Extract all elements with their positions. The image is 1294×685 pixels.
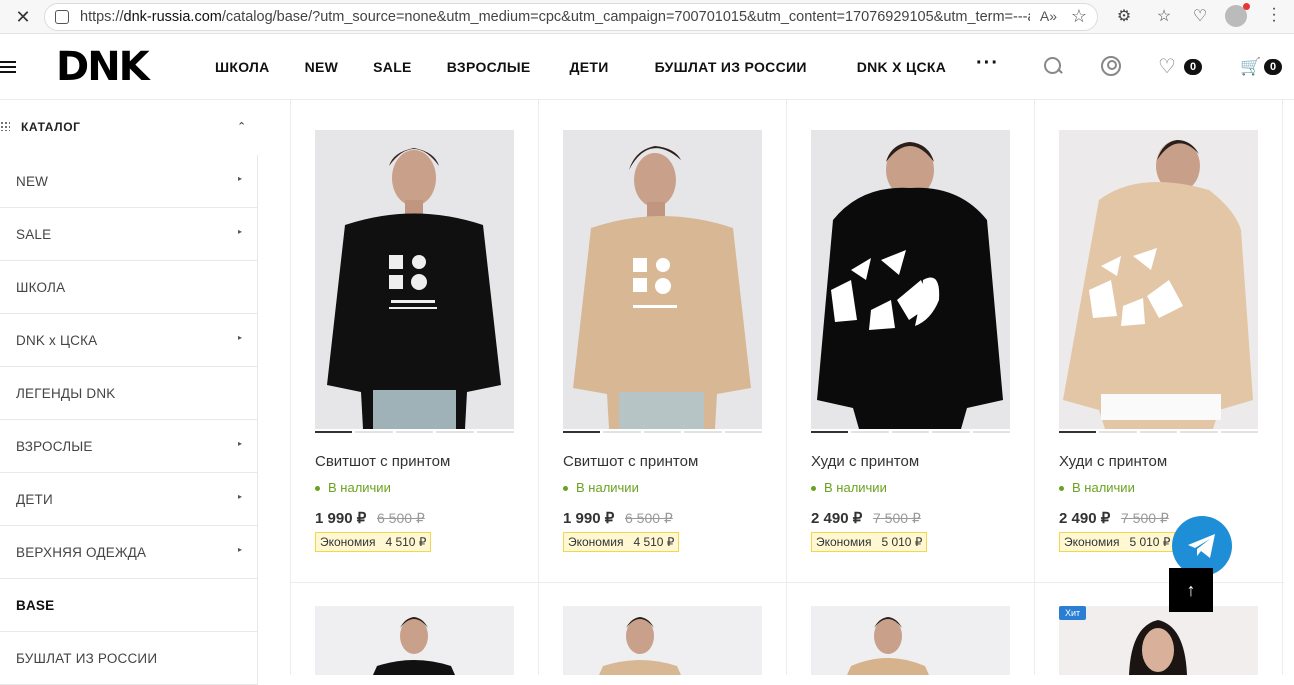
lock-icon[interactable] — [55, 10, 69, 24]
nav-new[interactable]: NEW — [305, 59, 339, 75]
catalog-sidebar: КАТАЛОГ ⌃ NEW ▸ SALE ▸ ШКОЛА DNK x ЦСКА ▸ Л… — [0, 100, 258, 685]
scroll-to-top-button[interactable]: ↑ — [1169, 568, 1213, 612]
menu-burger-icon[interactable] — [0, 61, 16, 76]
browser-toolbar: ✕ https://dnk-russia.com/catalog/base/?u… — [0, 0, 1294, 34]
chevron-right-icon: ▸ — [238, 492, 243, 501]
product-image[interactable] — [1059, 130, 1258, 429]
product-image[interactable] — [563, 606, 762, 675]
product-card[interactable] — [291, 583, 539, 675]
favorites-icon[interactable]: ☆ — [1154, 7, 1174, 27]
product-image[interactable] — [315, 606, 514, 675]
sidebar-item-outerwear[interactable]: ВЕРХНЯЯ ОДЕЖДА ▸ — [0, 526, 258, 579]
account-icon[interactable] — [1101, 56, 1123, 78]
savings-badge: Экономия 5 010 ₽ — [1059, 532, 1176, 552]
image-slider-dots[interactable] — [563, 431, 763, 433]
image-slider-dots[interactable] — [315, 431, 515, 433]
grid-icon — [0, 121, 10, 131]
chevron-right-icon: ▸ — [238, 545, 243, 554]
main-nav: ШКОЛА NEW SALE ВЗРОСЛЫЕ ДЕТИ БУШЛАТ ИЗ Р… — [215, 59, 946, 75]
stock-status: В наличии — [315, 480, 391, 495]
product-card[interactable]: Свитшот с принтом В наличии 1 990 ₽ 6 50… — [291, 100, 539, 582]
sidebar-item-dnk-cska[interactable]: DNK x ЦСКА ▸ — [0, 314, 258, 367]
product-price: 1 990 ₽ — [563, 510, 615, 527]
sidebar-item-kids[interactable]: ДЕТИ ▸ — [0, 473, 258, 526]
product-price: 2 490 ₽ — [811, 510, 863, 527]
extensions-icon[interactable]: ⚙ — [1114, 7, 1134, 27]
catalog-header[interactable]: КАТАЛОГ ⌃ — [0, 100, 258, 155]
chevron-right-icon: ▸ — [238, 174, 243, 183]
sidebar-item-sale[interactable]: SALE ▸ — [0, 208, 258, 261]
url-text[interactable]: https://dnk-russia.com/catalog/base/?utm… — [80, 9, 1030, 25]
wishlist-heart-icon[interactable]: ♡ — [1158, 56, 1180, 78]
product-card[interactable] — [787, 583, 1035, 675]
wishlist-count-badge: 0 — [1184, 59, 1202, 75]
product-image[interactable] — [811, 606, 1010, 675]
more-menu-icon[interactable]: · · · — [1264, 1, 1284, 29]
profile-avatar[interactable] — [1225, 3, 1250, 27]
old-price: 6 500 ₽ — [377, 510, 425, 526]
product-price: 1 990 ₽ — [315, 510, 367, 527]
old-price: 7 500 ₽ — [873, 510, 921, 526]
nav-school[interactable]: ШКОЛА — [215, 59, 270, 75]
chevron-right-icon: ▸ — [238, 439, 243, 448]
old-price: 6 500 ₽ — [625, 510, 673, 526]
image-slider-dots[interactable] — [1059, 431, 1259, 433]
sidebar-item-adults[interactable]: ВЗРОСЛЫЕ ▸ — [0, 420, 258, 473]
hit-badge: Хит — [1059, 606, 1087, 620]
savings-badge: Экономия 4 510 ₽ — [563, 532, 680, 552]
product-image[interactable] — [315, 130, 514, 429]
image-slider-dots[interactable] — [811, 431, 1011, 433]
sidebar-item-new[interactable]: NEW ▸ — [0, 155, 258, 208]
product-title[interactable]: Свитшот с принтом — [563, 453, 698, 470]
sidebar-item-bushlat[interactable]: БУШЛАТ ИЗ РОССИИ — [0, 632, 258, 685]
nav-dnk-cska[interactable]: DNK X ЦСКА — [857, 59, 946, 75]
product-title[interactable]: Худи с принтом — [1059, 453, 1167, 470]
cart-count-badge: 0 — [1264, 59, 1282, 75]
health-icon[interactable]: ♡ — [1190, 7, 1210, 27]
product-image[interactable] — [563, 130, 762, 429]
product-card[interactable]: Хит — [1035, 583, 1283, 675]
sidebar-item-school[interactable]: ШКОЛА — [0, 261, 258, 314]
old-price: 7 500 ₽ — [1121, 510, 1169, 526]
product-title[interactable]: Свитшот с принтом — [315, 453, 450, 470]
savings-badge: Экономия 4 510 ₽ — [315, 532, 432, 552]
product-image[interactable]: Хит — [1059, 606, 1258, 675]
stock-status: В наличии — [563, 480, 639, 495]
nav-adults[interactable]: ВЗРОСЛЫЕ — [447, 59, 531, 75]
telegram-button[interactable] — [1172, 516, 1232, 576]
chevron-right-icon: ▸ — [238, 333, 243, 342]
favorite-star-icon[interactable]: ☆ — [1071, 6, 1087, 27]
chevron-right-icon: ▸ — [238, 227, 243, 236]
address-bar[interactable]: https://dnk-russia.com/catalog/base/?utm… — [44, 3, 1098, 31]
nav-sale[interactable]: SALE — [373, 59, 412, 75]
stock-status: В наличии — [1059, 480, 1135, 495]
search-icon[interactable] — [1043, 56, 1065, 78]
nav-kids[interactable]: ДЕТИ — [569, 59, 608, 75]
nav-bushlat[interactable]: БУШЛАТ ИЗ РОССИИ — [655, 59, 807, 75]
site-logo[interactable]: DNK — [56, 44, 150, 90]
savings-badge: Экономия 5 010 ₽ — [811, 532, 928, 552]
product-title[interactable]: Худи с принтом — [811, 453, 919, 470]
cart-icon[interactable]: 🛒 — [1240, 56, 1262, 78]
chevron-up-icon[interactable]: ⌃ — [237, 120, 246, 133]
product-card[interactable]: Худи с принтом В наличии 2 490 ₽ 7 500 ₽… — [1035, 100, 1283, 582]
product-image[interactable] — [811, 130, 1010, 429]
product-price: 2 490 ₽ — [1059, 510, 1111, 527]
catalog-title: КАТАЛОГ — [21, 120, 81, 134]
read-aloud-icon[interactable]: A» — [1040, 8, 1057, 24]
sidebar-item-legends[interactable]: ЛЕГЕНДЫ DNK — [0, 367, 258, 420]
product-card[interactable]: Свитшот с принтом В наличии 1 990 ₽ 6 50… — [539, 100, 787, 582]
site-header: DNK ШКОЛА NEW SALE ВЗРОСЛЫЕ ДЕТИ БУШЛАТ … — [0, 34, 1294, 100]
sidebar-item-base[interactable]: BASE — [0, 579, 258, 632]
product-grid: Свитшот с принтом В наличии 1 990 ₽ 6 50… — [290, 100, 1284, 675]
product-card[interactable] — [539, 583, 787, 675]
stock-status: В наличии — [811, 480, 887, 495]
product-card[interactable]: Худи с принтом В наличии 2 490 ₽ 7 500 ₽… — [787, 100, 1035, 582]
close-icon[interactable]: ✕ — [13, 7, 33, 27]
nav-more-icon[interactable]: ··· — [976, 52, 999, 75]
telegram-icon — [1188, 534, 1215, 558]
